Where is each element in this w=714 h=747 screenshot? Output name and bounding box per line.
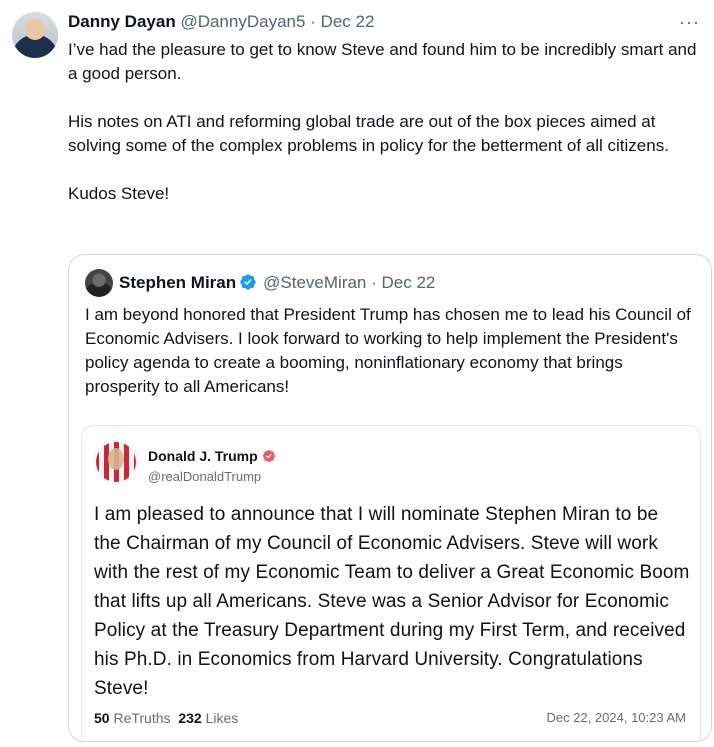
retruths-count: 50 [94, 710, 110, 726]
quoted-author-avatar[interactable] [85, 269, 113, 297]
quoted-author-name[interactable]: Stephen Miran [119, 273, 236, 292]
author-name[interactable]: Danny Dayan [68, 12, 176, 31]
post-body: I’ve had the pleasure to get to know Ste… [68, 38, 708, 230]
post-header: Danny Dayan @DannyDayan5 · Dec 22 [68, 10, 374, 34]
quoted-post[interactable]: Stephen Miran @SteveMiran · Dec 22 I am b… [68, 254, 712, 742]
verified-badge-icon [240, 274, 256, 290]
quoted-post-text: I am beyond honored that President Trump… [85, 305, 691, 396]
truth-post-text: I am pleased to announce that I will nom… [94, 504, 690, 699]
post-paragraph: Kudos Steve! [68, 184, 170, 203]
truth-author-name-row: Donald J. Trump [148, 448, 276, 464]
quoted-header-separator: · [371, 273, 377, 292]
likes-count: 232 [178, 710, 202, 726]
likes-label[interactable]: Likes [206, 710, 239, 726]
truth-author-name[interactable]: Donald J. Trump [148, 448, 258, 464]
truth-timestamp[interactable]: Dec 22, 2024, 10:23 AM [547, 710, 686, 725]
truth-author-avatar[interactable] [94, 440, 138, 484]
truth-author-handle[interactable]: @realDonaldTrump [148, 469, 261, 484]
quoted-author-handle[interactable]: @SteveMiran [263, 273, 366, 292]
post-paragraph: His notes on ATI and reforming global tr… [68, 112, 669, 155]
truth-stats: 50 ReTruths 232 Likes [94, 710, 238, 726]
post-paragraph: I’ve had the pleasure to get to know Ste… [68, 40, 697, 83]
more-horizontal-icon[interactable]: ··· [679, 12, 700, 33]
header-separator: · [310, 12, 316, 31]
author-handle[interactable]: @DannyDayan5 [180, 12, 305, 31]
author-avatar[interactable] [12, 12, 58, 58]
quoted-post-date[interactable]: Dec 22 [382, 273, 436, 292]
truth-card[interactable]: Donald J. Trump @realDonaldTrump I am pl… [81, 425, 701, 741]
quoted-post-header: Stephen Miran @SteveMiran · Dec 22 [119, 272, 435, 294]
retruths-label[interactable]: ReTruths [113, 710, 170, 726]
post-date[interactable]: Dec 22 [321, 12, 375, 31]
verified-check-icon [262, 450, 275, 462]
